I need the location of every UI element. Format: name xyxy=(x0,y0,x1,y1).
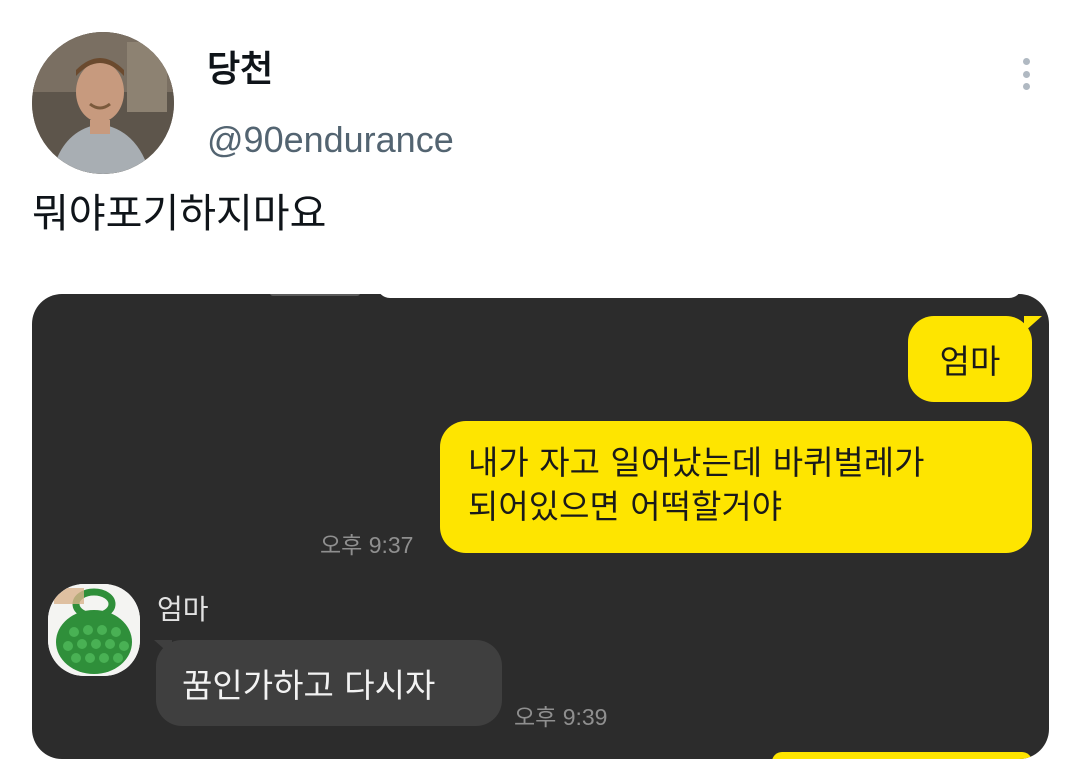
my-message-bubble: 내가 자고 일어났는데 바퀴벌레가 되어있으면 어떡할거야 xyxy=(440,421,1032,553)
profile-photo xyxy=(32,32,174,174)
more-vertical-icon[interactable] xyxy=(1014,54,1038,94)
bubble-tail xyxy=(1024,316,1042,332)
cropped-message-bubble xyxy=(377,294,1022,298)
message-line: 내가 자고 일어났는데 바퀴벌레가 xyxy=(468,443,925,482)
message-line: 되어있으면 어떡할거야 xyxy=(468,487,783,526)
knitted-bag-image xyxy=(48,584,140,676)
display-name[interactable]: 당천 xyxy=(207,48,273,92)
their-message-bubble: 꿈인가하고 다시자 xyxy=(156,640,502,726)
user-handle[interactable]: @90endurance xyxy=(207,118,454,162)
tweet-media-image[interactable]: 엄마 내가 자고 일어났는데 바퀴벌레가 되어있으면 어떡할거야 오후 9:37… xyxy=(32,294,1049,759)
cropped-message-bubble xyxy=(772,752,1032,759)
sender-name: 엄마 xyxy=(157,593,209,626)
tweet-text: 뭐야포기하지마요 xyxy=(32,191,327,237)
profile-avatar[interactable] xyxy=(32,32,174,174)
sender-avatar xyxy=(48,584,140,676)
message-timestamp: 오후 9:37 xyxy=(320,532,414,558)
bubble-tail xyxy=(154,640,172,656)
message-timestamp: 오후 9:39 xyxy=(514,704,608,730)
my-message-bubble: 엄마 xyxy=(908,316,1032,402)
message-text: 꿈인가하고 다시자 xyxy=(182,666,436,705)
message-text: 엄마 xyxy=(939,342,1001,381)
cropped-timestamp xyxy=(270,294,360,296)
